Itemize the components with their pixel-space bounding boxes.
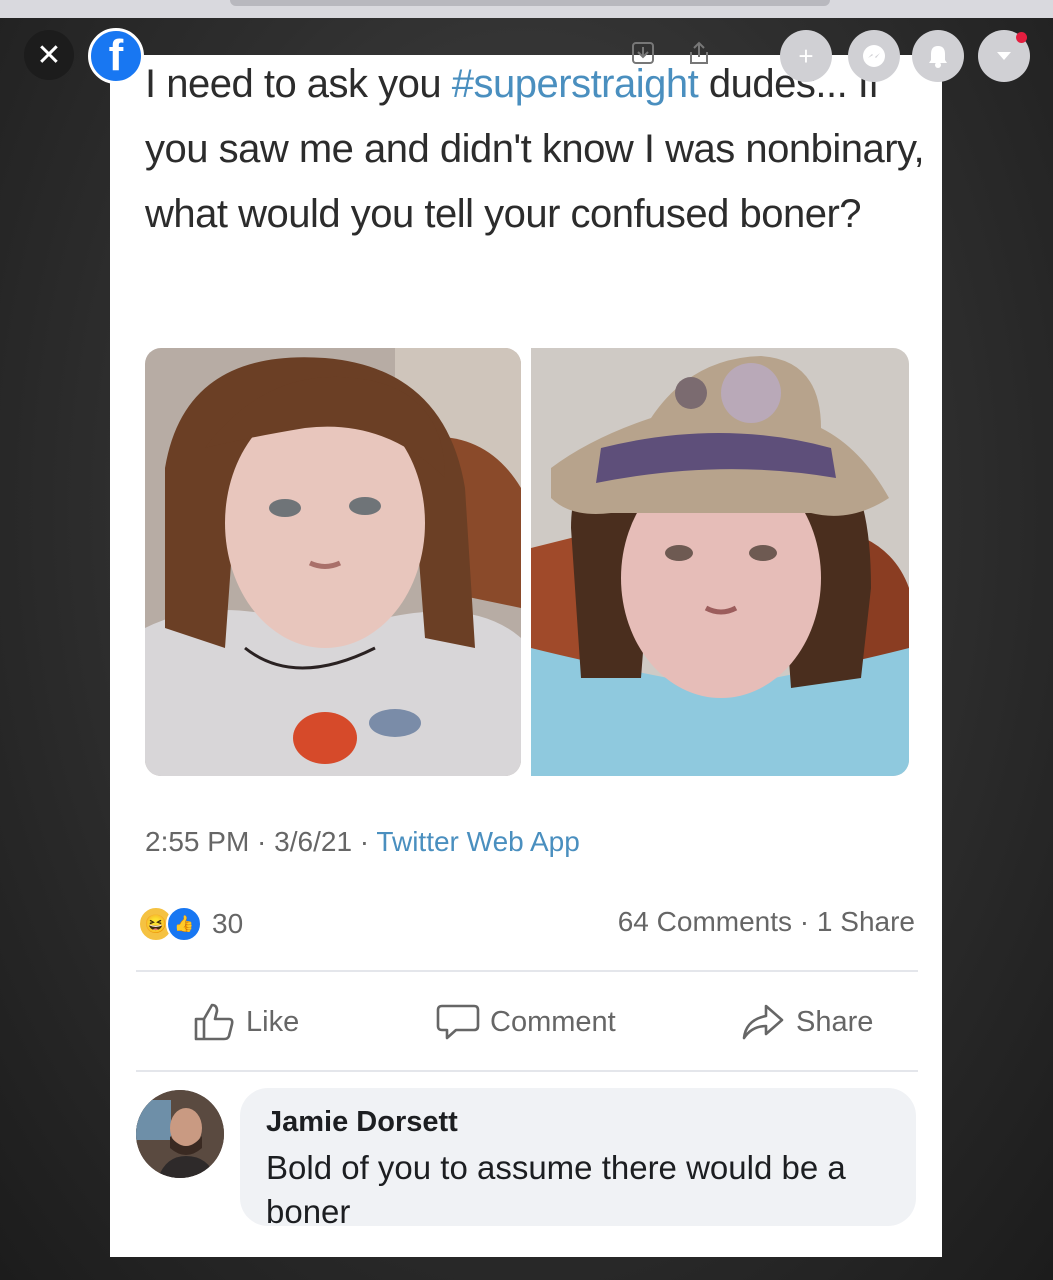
shares-count[interactable]: 1 Share <box>817 906 915 937</box>
divider <box>136 970 918 972</box>
like-icon: 👍 <box>166 906 202 942</box>
comment-bubble: Jamie Dorsett Bold of you to assume ther… <box>240 1088 916 1230</box>
avatar[interactable] <box>136 1090 224 1178</box>
thumbs-up-icon <box>194 1003 234 1041</box>
comments-count[interactable]: 64 Comments <box>618 906 792 937</box>
photo-right[interactable] <box>531 348 909 776</box>
comment-text: Bold of you to assume there would be a b… <box>266 1149 846 1230</box>
comment-icon <box>436 1004 480 1040</box>
tweet-date: 3/6/21 <box>274 826 353 857</box>
share-label: Share <box>796 1005 874 1038</box>
comment-author[interactable]: Jamie Dorsett <box>266 1106 458 1139</box>
reaction-count: 30 <box>212 908 244 939</box>
share-arrow-icon <box>742 1004 784 1040</box>
messenger-icon[interactable] <box>848 30 900 82</box>
close-icon[interactable]: ✕ <box>24 30 74 80</box>
comment-button[interactable]: Comment <box>436 1002 616 1042</box>
comment-label: Comment <box>490 1005 616 1038</box>
share-upload-icon <box>690 41 708 64</box>
photo-left[interactable] <box>145 348 521 776</box>
tweet-meta: 2:55 PM · 3/6/21 · Twitter Web App <box>145 826 580 857</box>
like-button[interactable]: Like <box>192 1002 299 1042</box>
hashtag-link[interactable]: #superstraight <box>452 62 699 106</box>
browser-tab-bar <box>230 0 830 6</box>
download-icon <box>632 42 654 64</box>
tweet-source[interactable]: Twitter Web App <box>376 826 579 857</box>
tweet-text-start: I need to ask you <box>145 62 452 106</box>
notification-dot <box>1016 32 1027 43</box>
tweet-toolbar <box>630 40 712 66</box>
divider <box>136 1070 918 1072</box>
like-label: Like <box>246 1005 300 1038</box>
tweet-time: 2:55 PM <box>145 826 250 857</box>
create-plus-icon[interactable]: + <box>780 30 832 82</box>
browser-top-strip <box>0 0 1053 18</box>
engagement-counts: 64 Comments · 1 Share <box>617 906 915 937</box>
reaction-summary[interactable]: 😆 👍 30 <box>138 906 243 942</box>
notifications-bell-icon[interactable] <box>912 30 964 82</box>
share-button[interactable]: Share <box>740 1002 873 1042</box>
facebook-logo-icon[interactable]: f <box>88 28 144 84</box>
